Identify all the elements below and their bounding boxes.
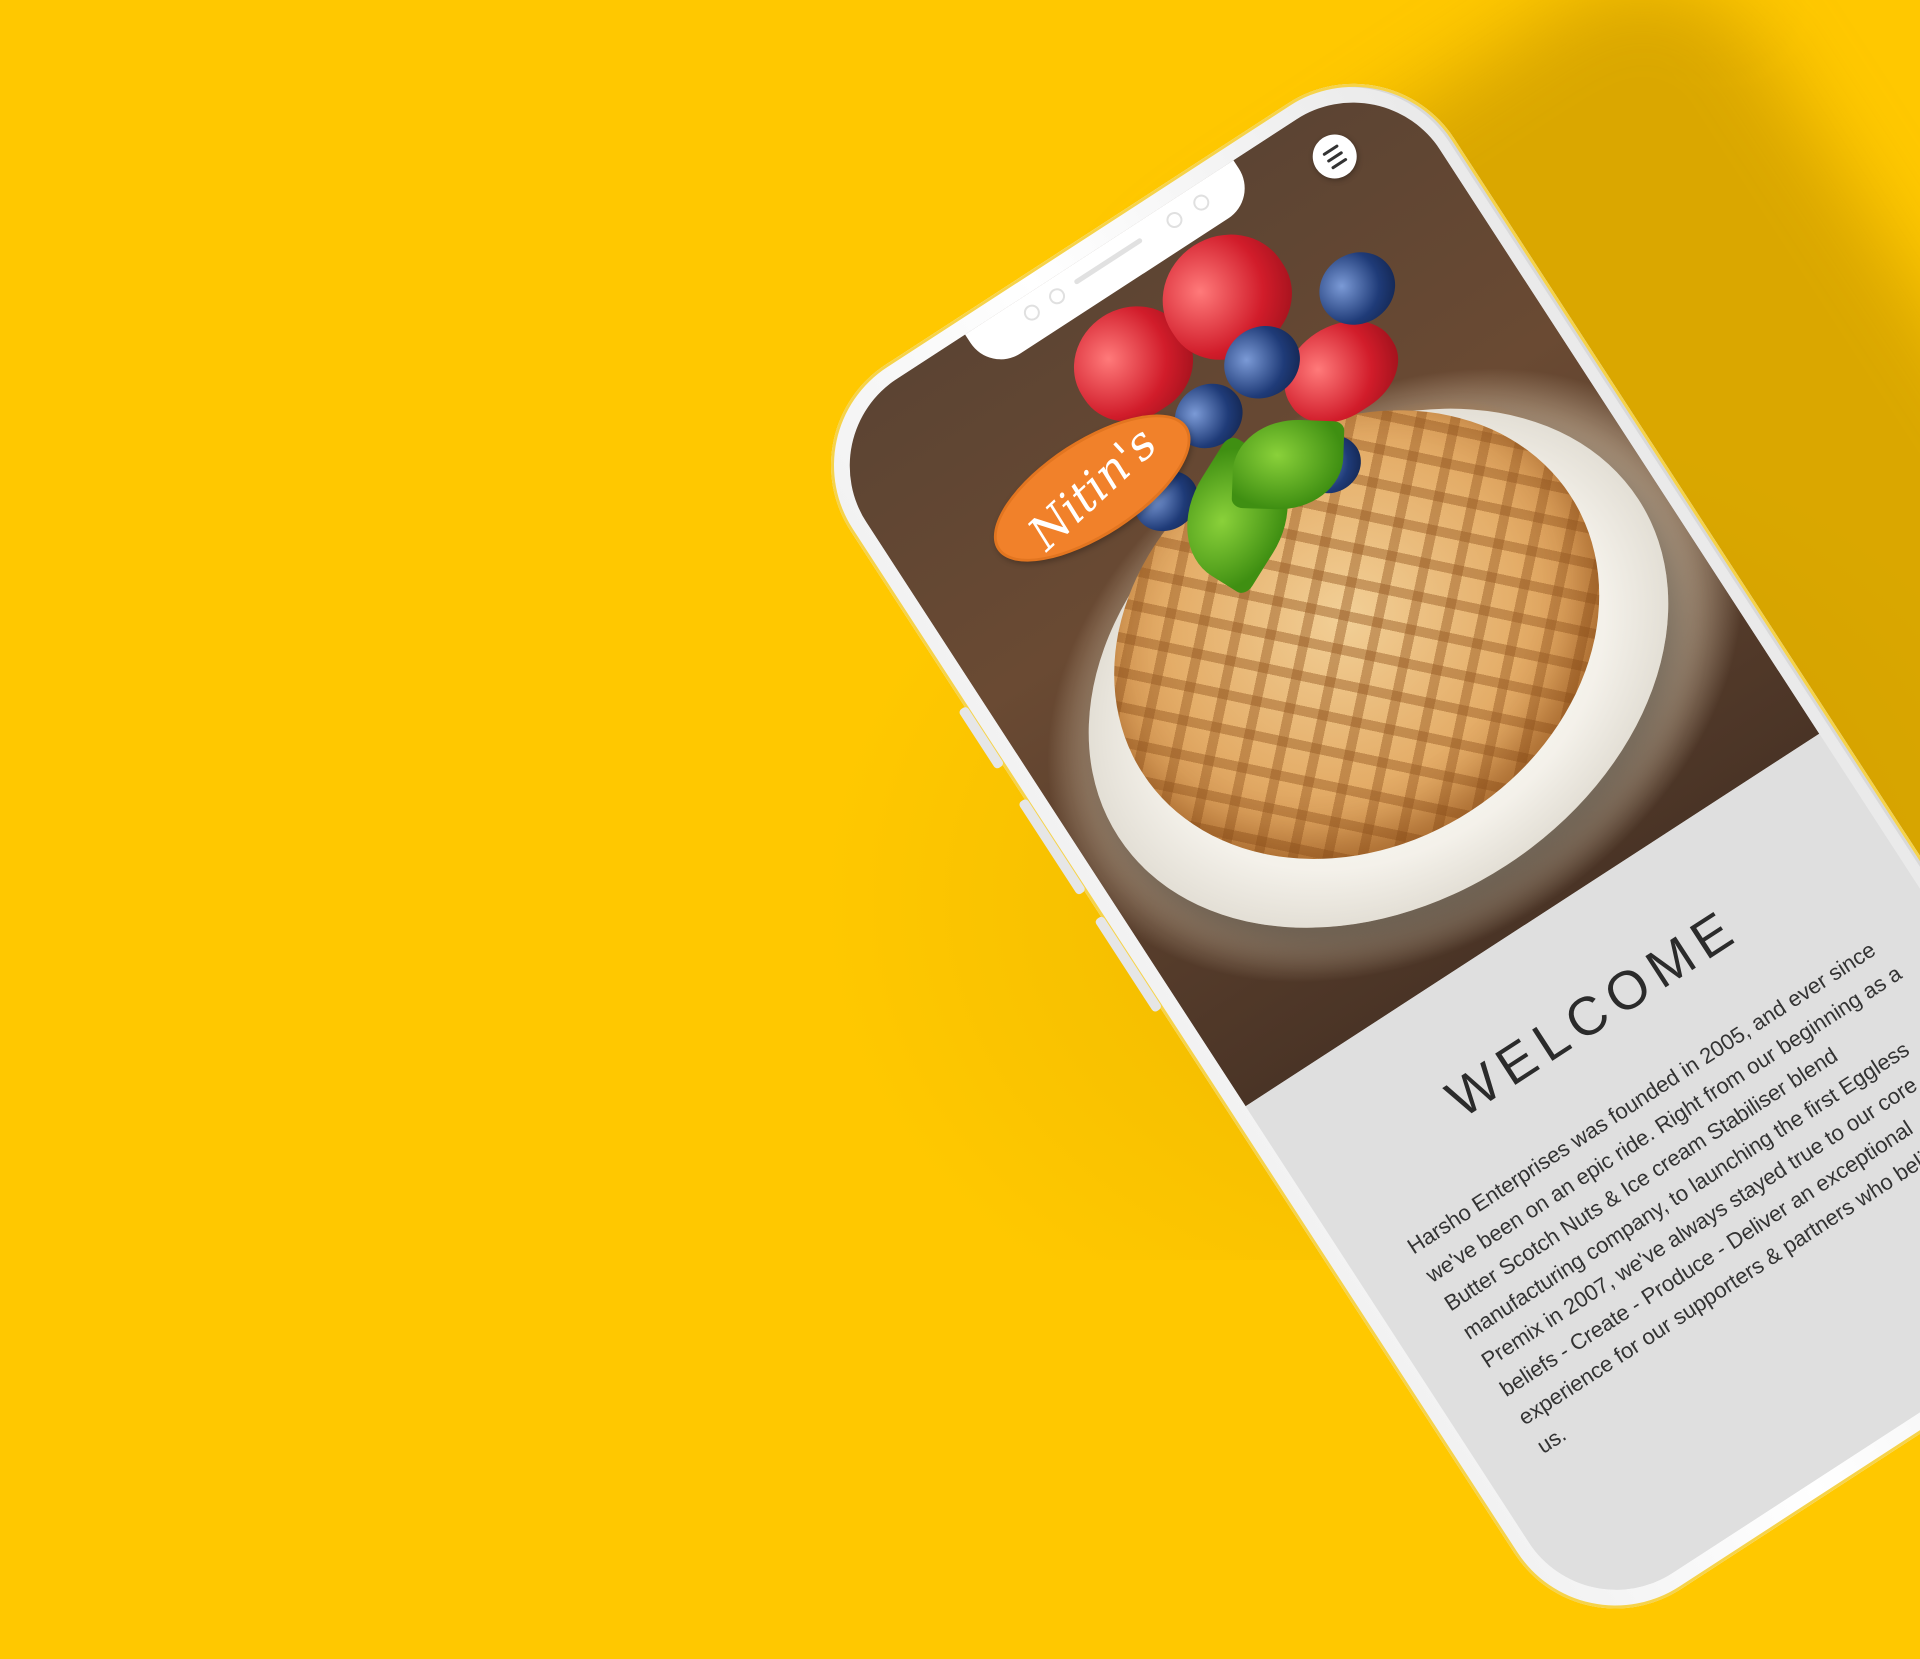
blueberry xyxy=(1305,237,1410,340)
speaker-grille xyxy=(1073,237,1144,286)
camera-dot xyxy=(1190,191,1213,214)
about-paragraph: Harsho Enterprises was founded in 2005, … xyxy=(1402,936,1920,1459)
camera-dot xyxy=(1020,301,1043,324)
camera-dot xyxy=(1045,285,1069,308)
camera-dot xyxy=(1163,208,1186,232)
